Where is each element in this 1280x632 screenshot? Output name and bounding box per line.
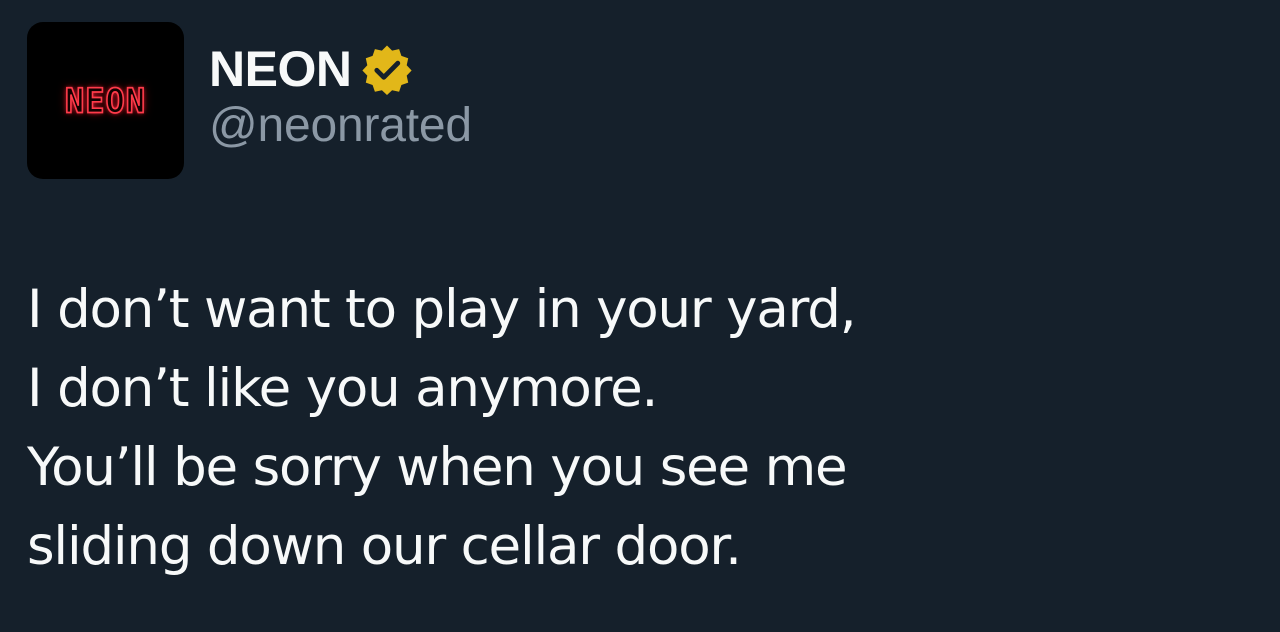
- tweet-header: NEON NEON @neonrated: [27, 22, 472, 180]
- verified-badge-icon[interactable]: [361, 43, 413, 95]
- tweet-body: I don’t want to play in your yard, I don…: [27, 270, 1227, 586]
- tweet-card: NEON NEON @neonrated I don’t want to pla…: [0, 0, 1280, 632]
- avatar[interactable]: NEON: [27, 22, 184, 179]
- tweet-line: sliding down our cellar door.: [27, 516, 742, 577]
- display-name[interactable]: NEON: [209, 44, 352, 94]
- tweet-line: You’ll be sorry when you see me: [27, 437, 848, 498]
- author-identity: NEON @neonrated: [209, 22, 472, 150]
- tweet-line: I don’t want to play in your yard,: [27, 279, 857, 340]
- tweet-line: I don’t like you anymore.: [27, 358, 658, 419]
- user-handle[interactable]: @neonrated: [209, 102, 472, 150]
- neon-logo: NEON: [64, 80, 147, 122]
- name-row: NEON: [209, 34, 472, 104]
